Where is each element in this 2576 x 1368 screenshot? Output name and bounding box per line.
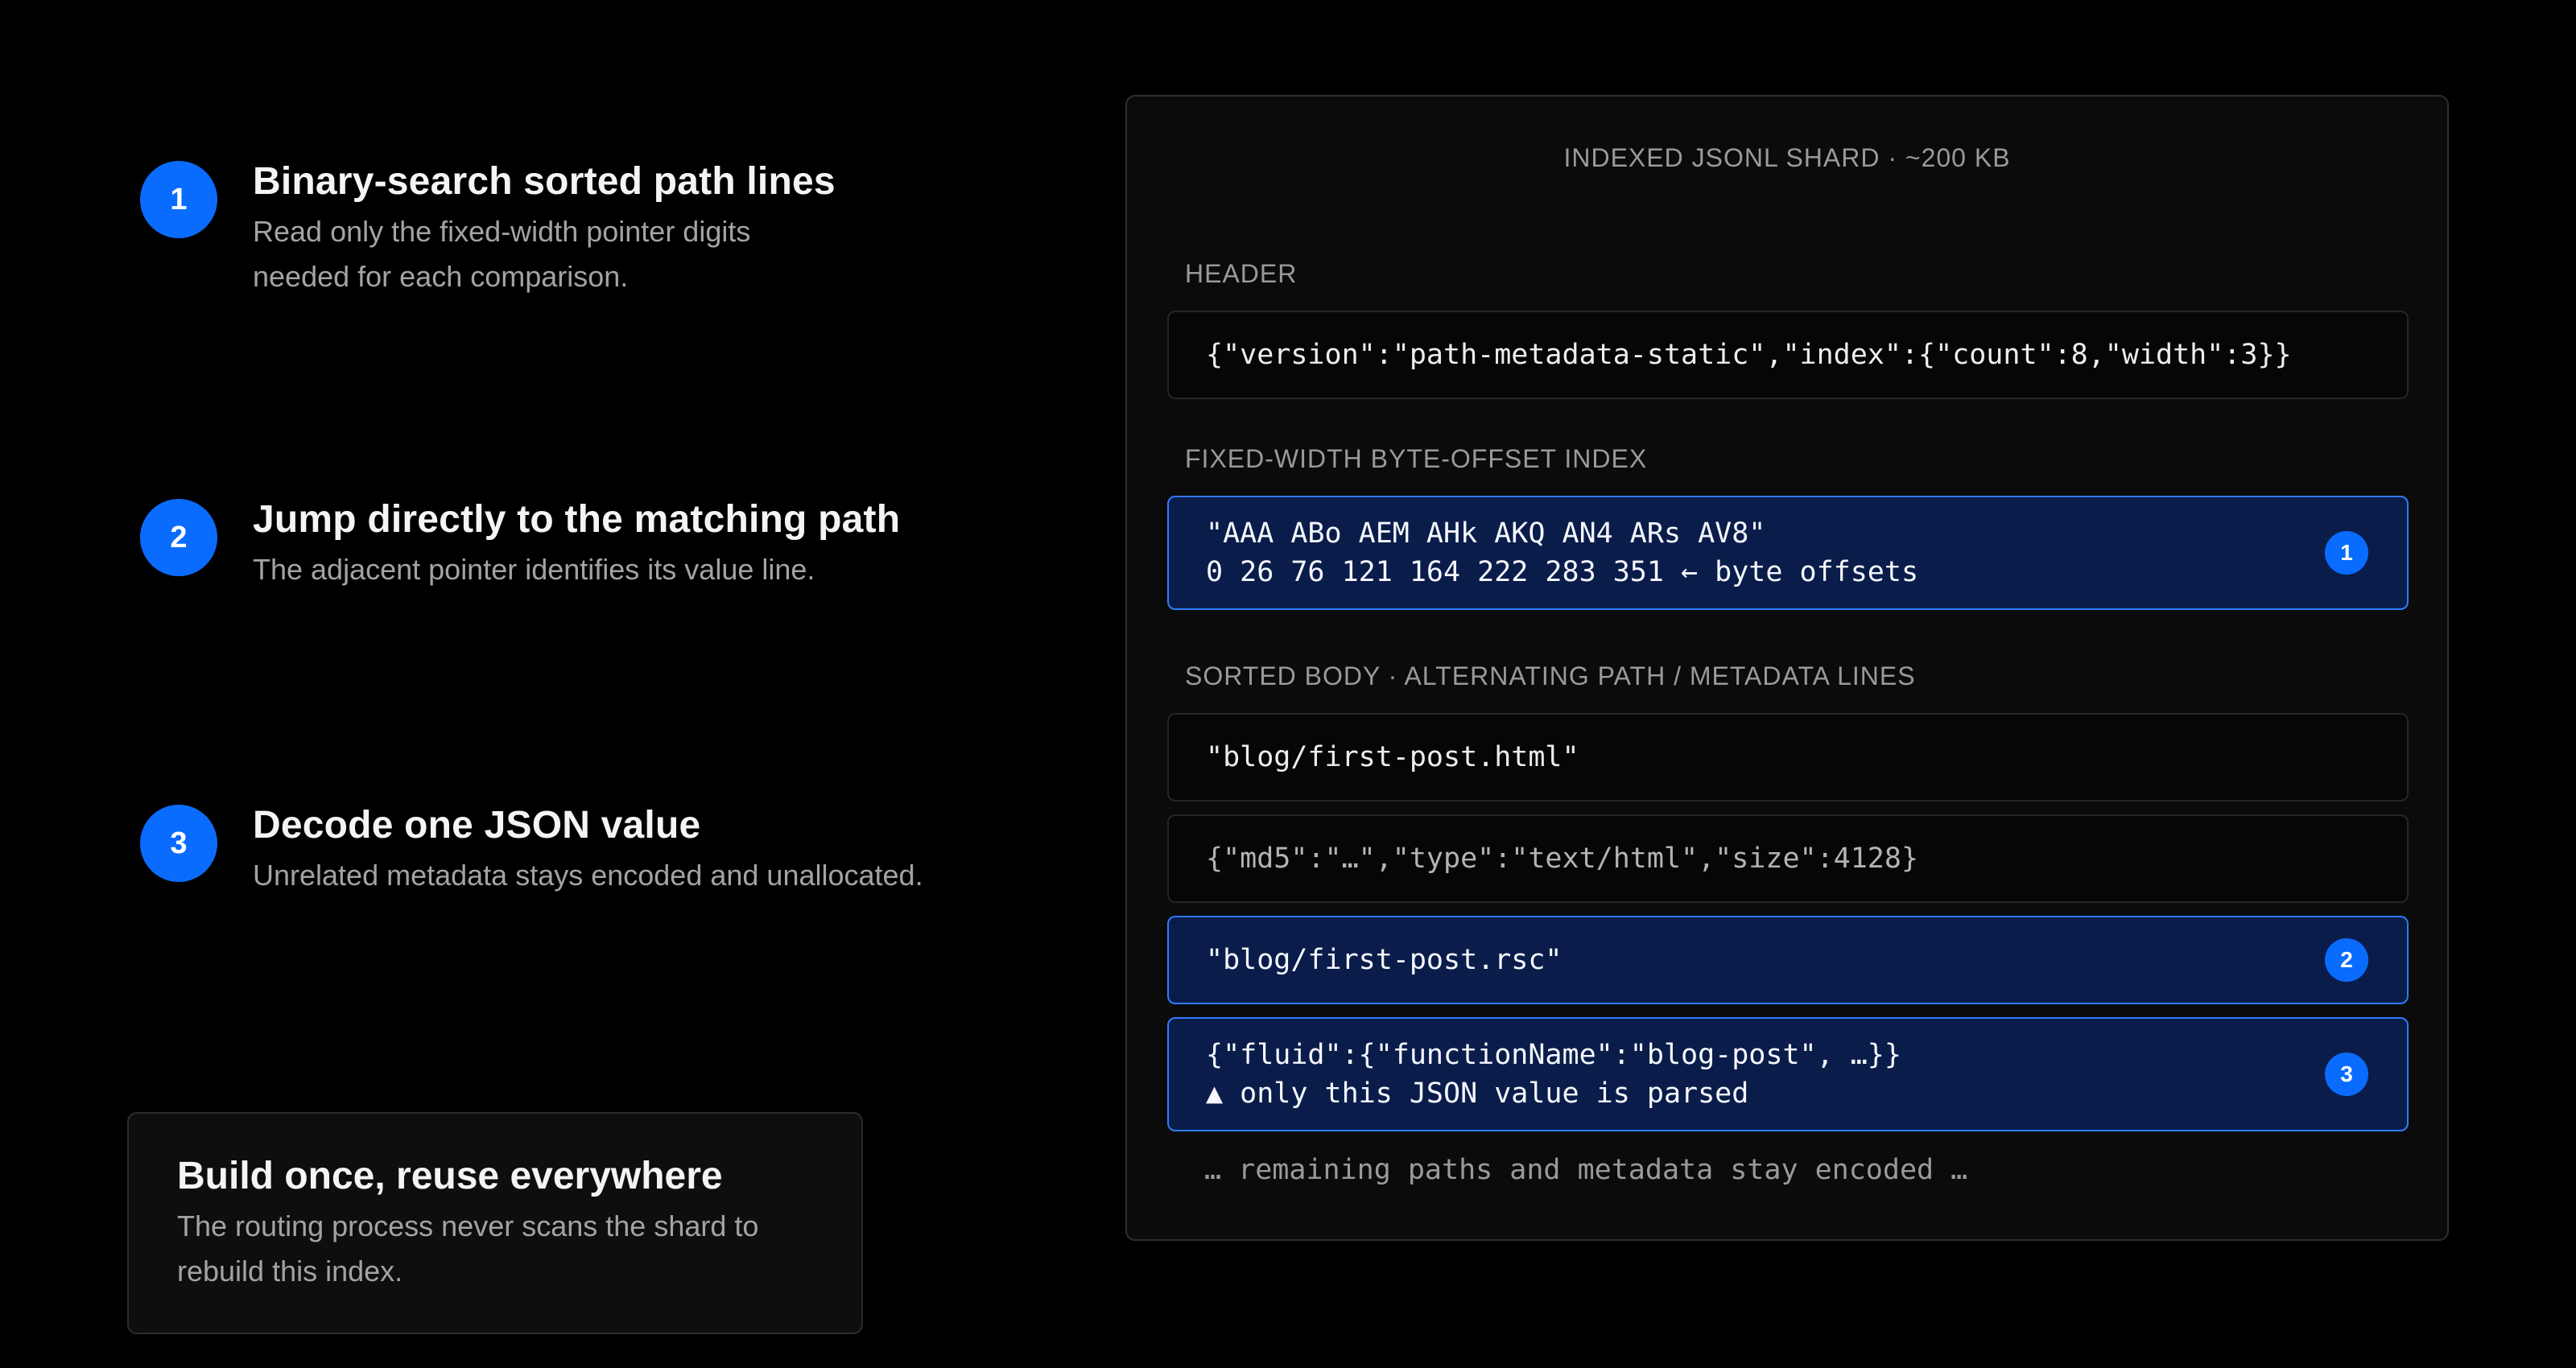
panel-title: INDEXED JSONL SHARD · ~200 KB [1563,143,2011,172]
step-marker-badge: 1 [2325,531,2368,575]
build-once-callout: Build once, reuse everywhere The routing… [127,1112,863,1334]
step-text: Decode one JSON value Unrelated metadata… [253,801,923,898]
callout-title: Build once, reuse everywhere [177,1155,723,1197]
step-description: Read only the fixed-width pointer digits… [253,215,751,293]
remaining-encoded-note: … remaining paths and metadata stay enco… [1204,1154,1968,1186]
body-section-label: SORTED BODY · ALTERNATING PATH / METADAT… [1185,661,1916,690]
step-text: Binary-search sorted path lines Read onl… [253,158,836,299]
metadata-text: {"fluid":{"functionName":"blog-post", …}… [1206,1039,1901,1071]
byte-offset-index-line: "AAA ABo AEM AHk AKQ AN4 ARs AV8" 0 26 7… [1167,496,2409,610]
step-marker-badge: 2 [2325,938,2368,982]
callout-description: The routing process never scans the shar… [177,1209,759,1288]
parsed-note: ▲ only this JSON value is parsed [1206,1078,1749,1110]
index-pointer-digits: "AAA ABo AEM AHk AKQ AN4 ARs AV8" [1206,517,1766,550]
step-marker-badge: 3 [2325,1053,2368,1096]
step-number-badge: 1 [140,161,217,238]
body-path-line: "blog/first-post.html" [1167,713,2409,801]
header-section-label: HEADER [1185,259,1298,288]
shard-panel: INDEXED JSONL SHARD · ~200 KB HEADER {"v… [1125,95,2449,1241]
step-text: Jump directly to the matching path The a… [253,496,900,592]
header-line: {"version":"path-metadata-static","index… [1167,311,2409,399]
body-path-line-match: "blog/first-post.rsc" 2 [1167,916,2409,1004]
body-metadata-line-parsed: {"fluid":{"functionName":"blog-post", …}… [1167,1017,2409,1131]
path-text: "blog/first-post.html" [1206,741,1579,773]
metadata-text: {"md5":"…","type":"text/html","size":412… [1206,843,1919,875]
index-byte-offsets: 0 26 76 121 164 222 283 351 ← byte offse… [1206,556,1919,588]
step-title: Binary-search sorted path lines [253,160,836,203]
step-title: Decode one JSON value [253,804,701,847]
step-number-badge: 2 [140,499,217,576]
header-json: {"version":"path-metadata-static","index… [1206,339,2292,371]
step-description: Unrelated metadata stays encoded and una… [253,859,923,892]
index-section-label: FIXED-WIDTH BYTE-OFFSET INDEX [1185,444,1648,473]
step-number-badge: 3 [140,805,217,882]
step-title: Jump directly to the matching path [253,498,901,541]
step-description: The adjacent pointer identifies its valu… [253,553,815,586]
body-metadata-line: {"md5":"…","type":"text/html","size":412… [1167,814,2409,903]
path-text: "blog/first-post.rsc" [1206,944,1563,976]
